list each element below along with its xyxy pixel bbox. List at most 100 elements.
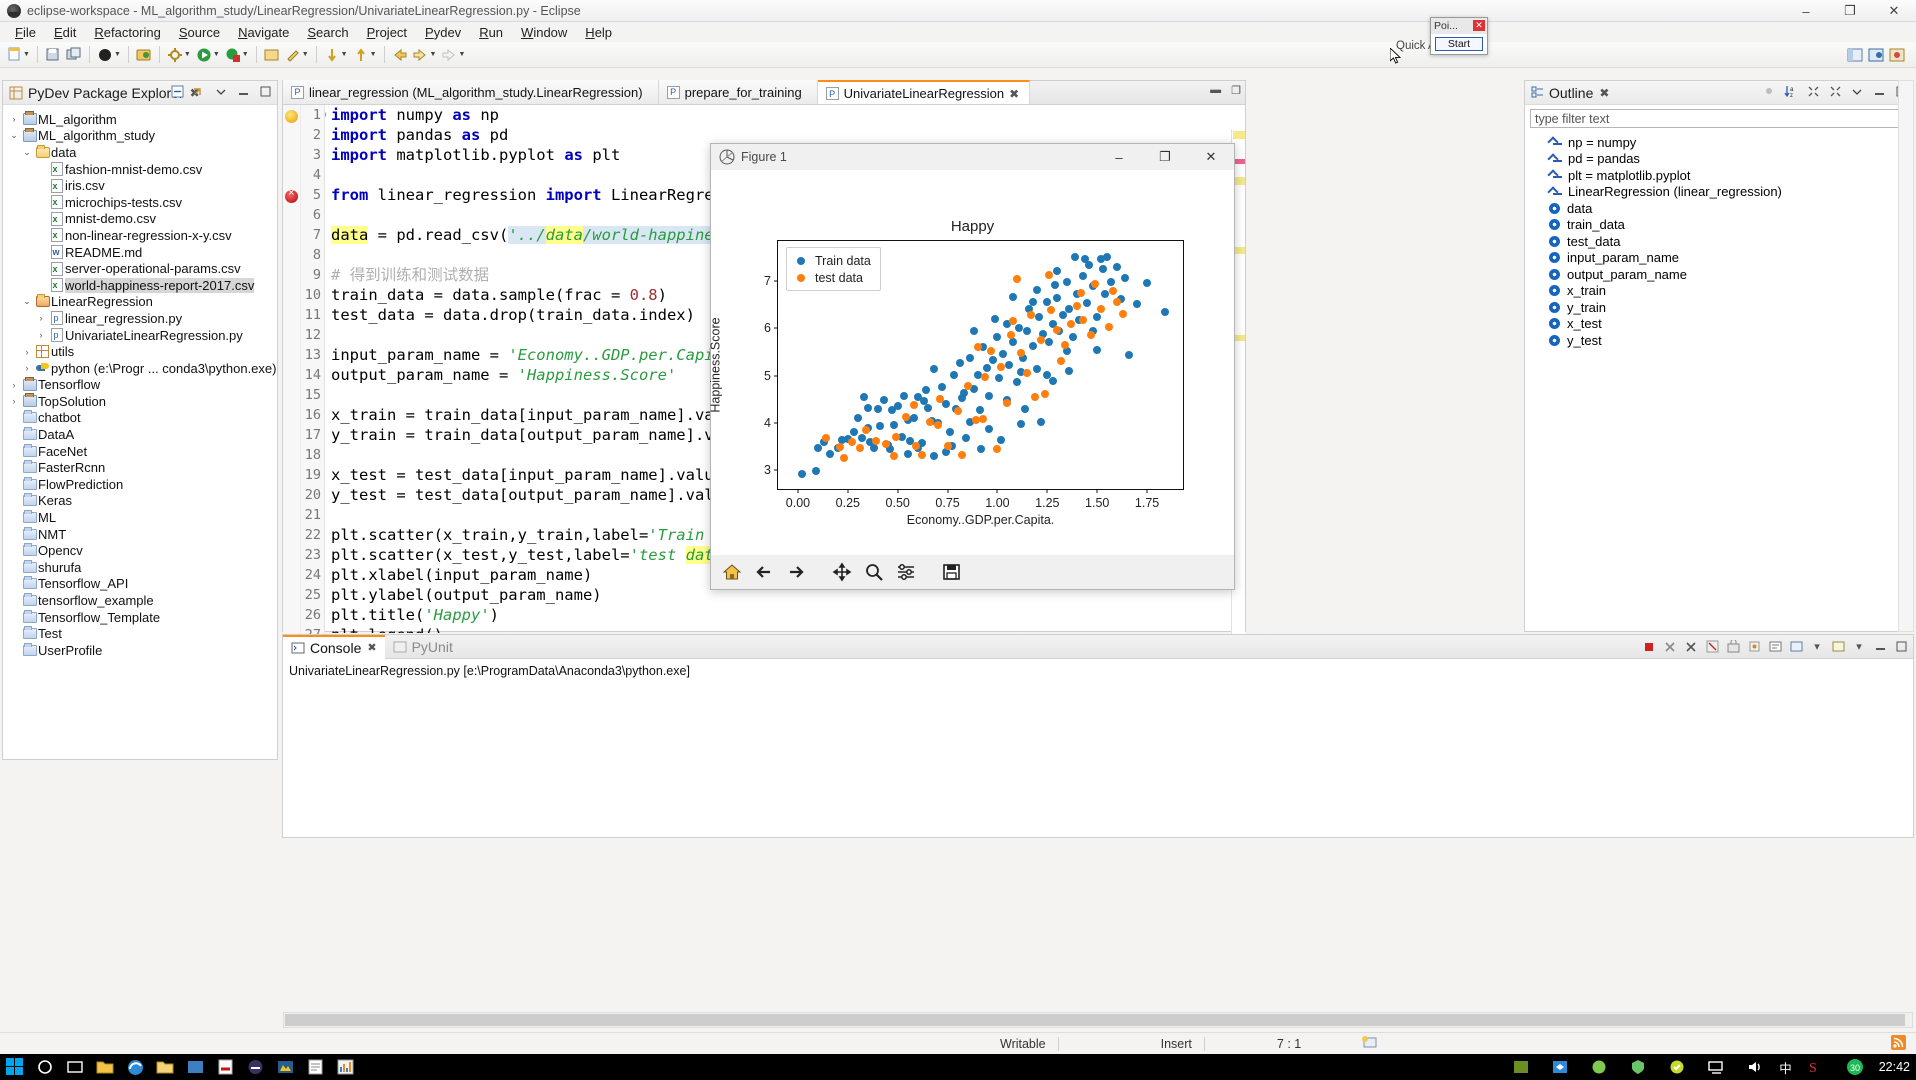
marker-gutter[interactable] [283,105,301,633]
pan-icon[interactable] [829,559,855,585]
console-tab[interactable]: Console✖ [283,635,385,659]
forward-arrow-icon[interactable] [411,45,431,65]
outline-tab[interactable]: Outline ✖ az [1525,81,1913,105]
chevron-down-icon[interactable]: ▾ [1851,639,1867,655]
tree-item[interactable]: world-happiness-report-2017.csv [7,277,277,294]
tree-item[interactable]: server-operational-params.csv [7,260,277,277]
tree-item[interactable]: ›Tensorflow [7,377,277,394]
editor-tab[interactable]: PUnivariateLinearRegression✖ [818,80,1030,104]
console-tab[interactable]: PyUnit [385,635,467,659]
menu-project[interactable]: Project [358,24,416,41]
wechat-icon[interactable] [1584,1055,1614,1079]
chevron-down-icon[interactable]: ▾ [1809,639,1825,655]
hide-fields-icon[interactable] [1761,83,1777,99]
error-marker-icon[interactable] [285,190,298,203]
search-icon[interactable] [283,45,303,65]
build-icon[interactable] [165,45,185,65]
warning-marker-icon[interactable] [285,110,298,123]
chart-app-icon[interactable] [330,1055,360,1079]
tree-item[interactable]: ›utils [7,343,277,360]
maximize-view-icon[interactable] [257,83,273,99]
open-type-icon[interactable] [262,45,282,65]
project-tree[interactable]: ›ML_algorithm⌄ML_algorithm_study⌄datafas… [3,105,277,759]
chevron-down-icon[interactable]: ▼ [302,51,309,58]
close-button[interactable]: ✕ [1872,0,1916,22]
view-menu-icon[interactable] [213,83,229,99]
menu-pydev[interactable]: Pydev [416,24,470,41]
menu-window[interactable]: Window [512,24,576,41]
ime-indicator[interactable]: 中 [1779,1058,1792,1077]
tree-item[interactable]: tensorflow_example [7,592,277,609]
tree-item[interactable]: NMT [7,526,277,543]
maximize-view-icon[interactable] [1893,639,1909,655]
chevron-down-icon[interactable]: ⌄ [20,147,34,158]
perspective-java-icon[interactable] [1845,45,1865,65]
tree-item[interactable]: UserProfile [7,642,277,659]
outline-item[interactable]: y_train [1525,299,1913,316]
tree-item[interactable]: chatbot [7,410,277,427]
editor-right-scrollbar[interactable] [1898,80,1914,632]
chevron-down-icon[interactable]: ▼ [114,51,121,58]
configure-subplots-icon[interactable] [893,559,919,585]
tree-item[interactable]: FlowPrediction [7,476,277,493]
maximize-button[interactable]: ❐ [1828,0,1872,22]
outline-item[interactable]: LinearRegression (linear_regression) [1525,184,1913,201]
tray-box-icon[interactable] [1545,1055,1575,1079]
close-icon[interactable]: ✖ [1599,86,1609,100]
popup-window[interactable]: Poi... ✕ Start [1430,17,1488,55]
pin-console-icon[interactable] [1746,639,1762,655]
debug-icon[interactable] [95,45,115,65]
task-view-icon[interactable] [60,1055,90,1079]
tree-item[interactable]: ›linear_regression.py [7,310,277,327]
chevron-down-icon[interactable]: ▼ [458,51,465,58]
outline-item[interactable]: np = numpy [1525,134,1913,151]
minimize-view-icon[interactable]: ▬ [1210,84,1221,97]
tray-app-icon[interactable] [1506,1055,1536,1079]
sort-alphabetical-icon[interactable]: az [1783,83,1799,99]
tree-item[interactable]: ›TopSolution [7,393,277,410]
close-icon[interactable]: ✖ [367,641,376,654]
tree-item[interactable]: microchips-tests.csv [7,194,277,211]
tree-item[interactable]: ⌄LinearRegression [7,294,277,311]
tree-item[interactable]: Keras [7,493,277,510]
sogou-icon[interactable]: S [1801,1055,1831,1079]
tree-item[interactable]: shurufa [7,559,277,576]
maximize-view-icon[interactable]: ❐ [1231,84,1241,97]
outline-list[interactable]: np = numpypd = pandasplt = matplotlib.py… [1525,132,1913,349]
display-selected-console-icon[interactable] [1767,639,1783,655]
tree-item[interactable]: ⌄ML_algorithm_study [7,128,277,145]
scroll-lock-icon[interactable] [1725,639,1741,655]
tree-item[interactable]: Tensorflow_API [7,576,277,593]
speed-icon[interactable]: 30 [1840,1055,1870,1079]
outline-item[interactable]: plt = matplotlib.pyplot [1525,167,1913,184]
chevron-down-icon[interactable]: ▼ [370,51,377,58]
tree-item[interactable]: iris.csv [7,177,277,194]
tree-item[interactable]: mnist-demo.csv [7,211,277,228]
minimize-view-icon[interactable] [1871,83,1887,99]
figure-maximize-button[interactable]: ❐ [1142,144,1188,170]
tree-item[interactable]: ›UnivariateLinearRegression.py [7,327,277,344]
tree-item[interactable]: Tensorflow_Template [7,609,277,626]
forward-arrow-icon[interactable] [783,559,809,585]
chevron-down-icon[interactable]: ▼ [184,51,191,58]
tree-item[interactable]: fashion-mnist-demo.csv [7,161,277,178]
outline-item[interactable]: output_param_name [1525,266,1913,283]
new-icon[interactable] [4,45,24,65]
pdf-icon[interactable] [210,1055,240,1079]
popup-close-icon[interactable]: ✕ [1473,20,1485,31]
collapse-nodes-icon[interactable] [1805,83,1821,99]
menu-help[interactable]: Help [576,24,621,41]
chevron-down-icon[interactable]: ▼ [23,51,30,58]
save-icon[interactable] [43,45,63,65]
menu-run[interactable]: Run [470,24,512,41]
volume-icon[interactable] [1740,1055,1770,1079]
save-all-icon[interactable] [64,45,84,65]
outline-filter-input[interactable]: type filter text [1530,109,1908,128]
minimize-button[interactable]: – [1784,0,1828,22]
windows-start-icon[interactable] [0,1055,30,1079]
package-explorer-tab[interactable]: PyDev Package Explorer ✖ [3,81,277,105]
next-annotation-icon[interactable] [322,45,342,65]
save-icon[interactable] [939,559,965,585]
menu-source[interactable]: Source [170,24,229,41]
menu-navigate[interactable]: Navigate [229,24,298,41]
